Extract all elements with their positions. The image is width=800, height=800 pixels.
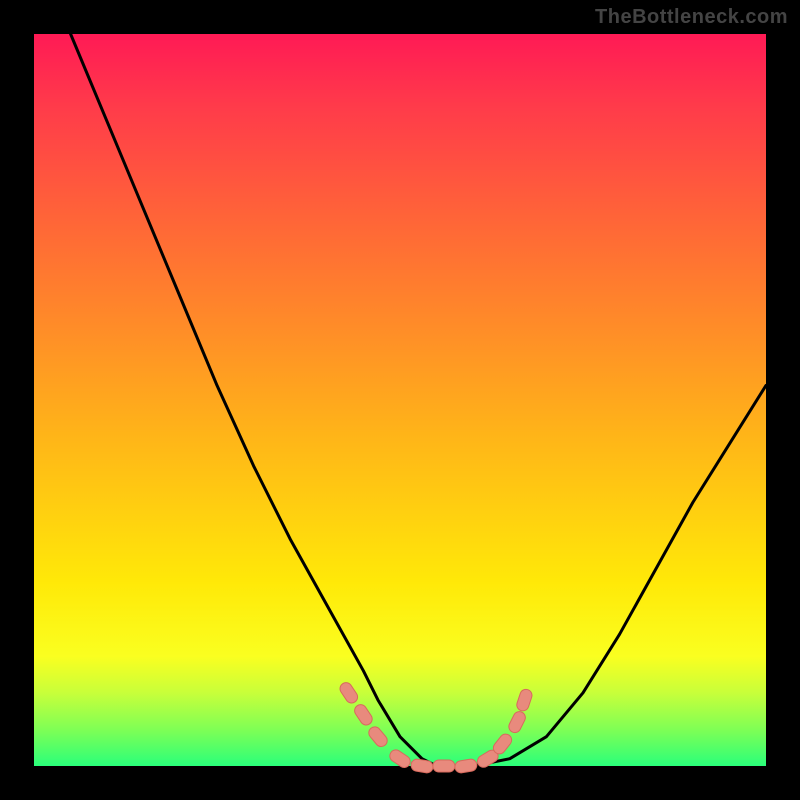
chart-gradient-background [34,34,766,766]
chart-frame: TheBottleneck.com [0,0,800,800]
watermark-text: TheBottleneck.com [595,6,788,29]
